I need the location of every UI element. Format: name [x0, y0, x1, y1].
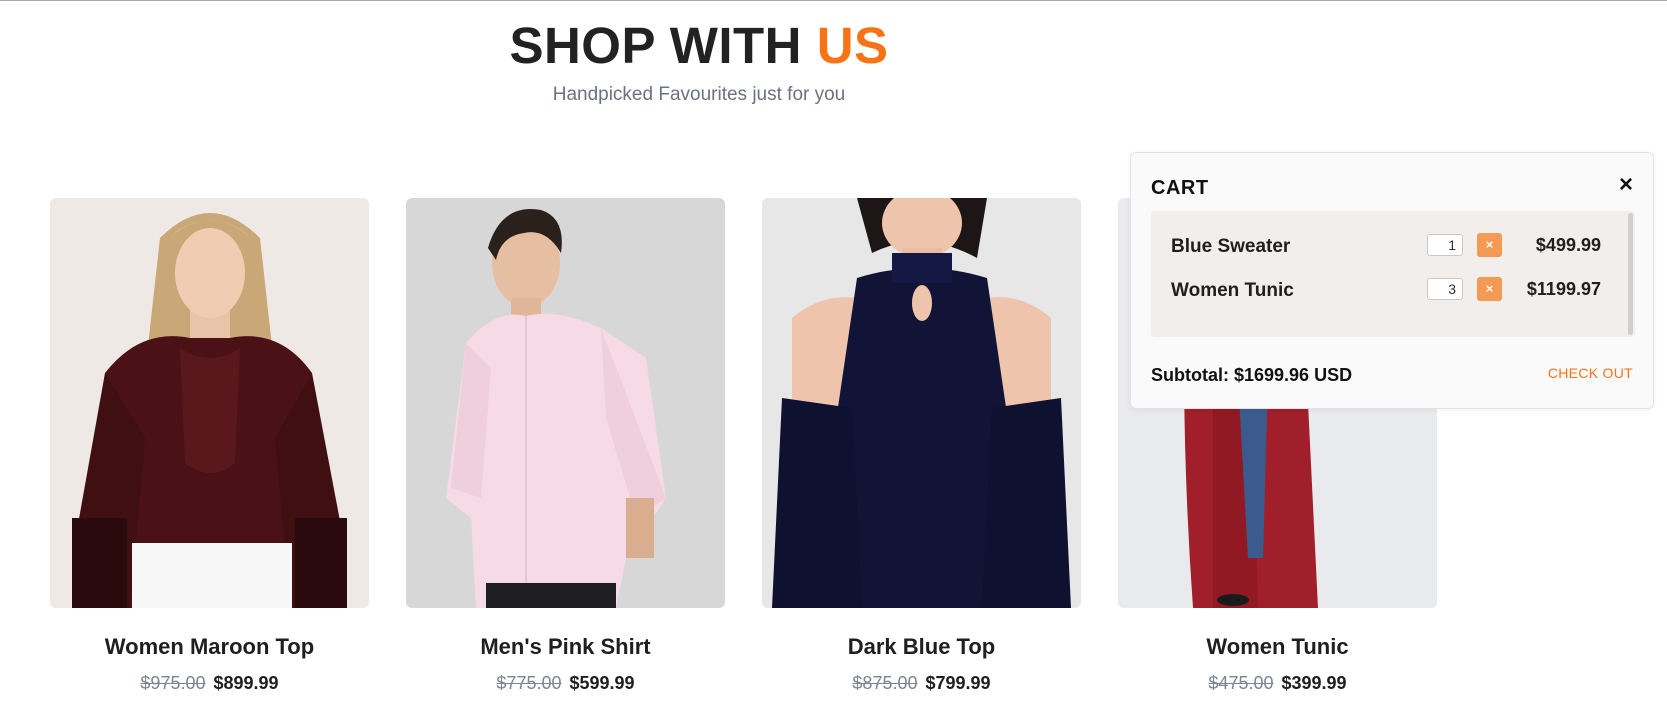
product-name[interactable]: Women Maroon Top: [50, 634, 369, 660]
product-photo-dark-blue-top: [762, 198, 1081, 608]
page-subtitle: Handpicked Favourites just for you: [552, 84, 846, 105]
cart-panel: CART × Blue Sweater 1 × $499.99 Women Tu…: [1130, 152, 1654, 409]
cart-item-name: Blue Sweater: [1171, 236, 1291, 257]
cart-item-name: Women Tunic: [1171, 280, 1294, 301]
product-image[interactable]: [406, 198, 725, 608]
product-name[interactable]: Men's Pink Shirt: [406, 634, 725, 660]
title-main: SHOP WITH: [509, 17, 817, 74]
original-price: $775.00: [496, 673, 562, 693]
product-name[interactable]: Women Tunic: [1118, 634, 1437, 660]
cart-item-total: $1199.97: [1526, 279, 1601, 299]
product-card[interactable]: Men's Pink Shirt $775.00 $599.99: [406, 198, 725, 694]
product-image[interactable]: [50, 198, 369, 608]
page-title: SHOP WITH US: [0, 18, 1398, 74]
product-name[interactable]: Dark Blue Top: [762, 634, 1081, 660]
sale-price: $899.99: [213, 673, 279, 693]
top-divider: [0, 0, 1667, 1]
quantity-input[interactable]: 1: [1427, 234, 1463, 256]
close-icon[interactable]: ×: [1619, 173, 1633, 197]
cart-scrollbar[interactable]: [1628, 213, 1633, 335]
original-price: $875.00: [852, 673, 918, 693]
product-price: $475.00 $399.99: [1118, 672, 1437, 694]
cart-subtotal: Subtotal: $1699.96 USD: [1151, 365, 1353, 385]
cart-items-list[interactable]: Blue Sweater 1 × $499.99 Women Tunic 3 ×…: [1151, 211, 1635, 337]
product-photo-pink-shirt: [406, 198, 725, 608]
cart-title: CART: [1151, 177, 1209, 199]
product-price: $775.00 $599.99: [406, 672, 725, 694]
original-price: $975.00: [140, 673, 206, 693]
remove-item-button[interactable]: ×: [1477, 233, 1502, 257]
product-price: $875.00 $799.99: [762, 672, 1081, 694]
original-price: $475.00: [1208, 673, 1274, 693]
checkout-button[interactable]: CHECK OUT: [1548, 365, 1633, 381]
cart-item: Women Tunic 3 × $1199.97: [1171, 277, 1601, 305]
product-photo-maroon-top: [50, 198, 369, 608]
sale-price: $399.99: [1281, 673, 1347, 693]
page-header: SHOP WITH US Handpicked Favourites just …: [0, 18, 1398, 106]
sale-price: $799.99: [925, 673, 991, 693]
cart-item: Blue Sweater 1 × $499.99: [1171, 233, 1601, 261]
sale-price: $599.99: [569, 673, 635, 693]
remove-item-button[interactable]: ×: [1477, 277, 1502, 301]
quantity-input[interactable]: 3: [1427, 278, 1463, 300]
product-card[interactable]: Women Maroon Top $975.00 $899.99: [50, 198, 369, 694]
title-accent: US: [816, 17, 889, 74]
product-card[interactable]: Dark Blue Top $875.00 $799.99: [762, 198, 1081, 694]
product-image[interactable]: [762, 198, 1081, 608]
product-price: $975.00 $899.99: [50, 672, 369, 694]
cart-item-total: $499.99: [1535, 235, 1601, 255]
